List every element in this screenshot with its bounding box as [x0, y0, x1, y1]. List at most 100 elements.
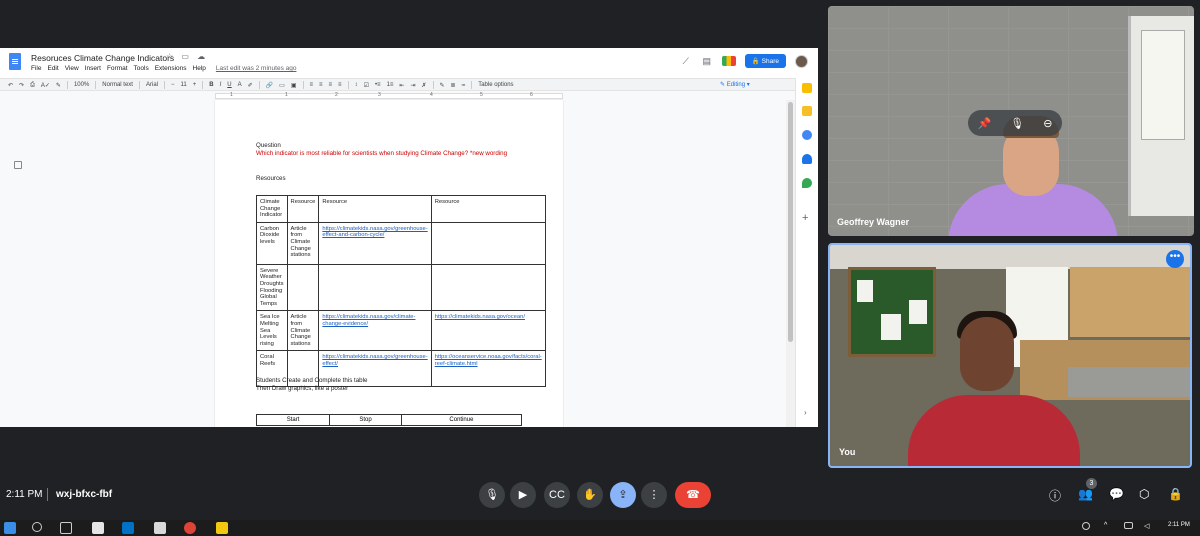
doc-title[interactable]: Resoruces Climate Change Indicators: [31, 53, 174, 63]
link-icon[interactable]: 🔗: [266, 82, 273, 89]
chevron-right-icon[interactable]: ›: [804, 408, 807, 417]
avatar[interactable]: [795, 54, 808, 68]
menu-tools[interactable]: Tools: [134, 65, 149, 72]
align-center-icon[interactable]: ≡: [319, 82, 323, 88]
taskbar-clock[interactable]: 2:11 PM: [1168, 522, 1190, 528]
menu-extensions[interactable]: Extensions: [155, 65, 187, 72]
present-screen-button[interactable]: ⇪: [610, 482, 636, 508]
leave-call-button[interactable]: ☎: [675, 482, 711, 508]
star-icon[interactable]: ☆ ▭ ☁: [166, 52, 208, 61]
increase-indent-icon[interactable]: ⇥: [410, 82, 415, 89]
line-spacing-icon[interactable]: ↕: [355, 82, 358, 88]
participant-tile-self[interactable]: ••• You: [828, 243, 1192, 468]
underline-icon[interactable]: U: [227, 82, 231, 88]
resource-link[interactable]: https://oceanservice.noaa.gov/facts/cora…: [435, 354, 542, 367]
mic-icon[interactable]: 🎙: [1010, 117, 1024, 130]
italic-icon[interactable]: I: [220, 82, 222, 88]
zoom-select[interactable]: 100%: [74, 82, 89, 88]
border-dash-icon[interactable]: ┅: [462, 82, 466, 89]
search-icon[interactable]: [32, 522, 42, 532]
more-options-icon[interactable]: •••: [1166, 250, 1184, 268]
numbered-list-icon[interactable]: 1≡: [387, 82, 394, 88]
more-vert-icon: ⋮: [648, 489, 660, 501]
doc-page[interactable]: Question Which indicator is most reliabl…: [215, 100, 563, 427]
camera-toggle-button[interactable]: ▶: [510, 482, 536, 508]
resource-link[interactable]: https://climatekids.nasa.gov/greenhouse-…: [322, 354, 427, 367]
host-controls-icon[interactable]: 🔒: [1168, 487, 1183, 501]
editing-mode-select[interactable]: ✎ Editing ▾: [720, 81, 750, 88]
keep-icon[interactable]: [802, 106, 812, 116]
redo-icon[interactable]: ↷: [19, 82, 24, 89]
print-icon[interactable]: ⎙: [30, 82, 35, 89]
volume-icon[interactable]: ◁: [1144, 522, 1156, 534]
calendar-icon[interactable]: [802, 83, 812, 93]
participant-tile-geoffrey[interactable]: 📌 🎙 ⊖ Geoffrey Wagner: [828, 6, 1194, 236]
align-justify-icon[interactable]: ≡: [338, 82, 342, 88]
resource-link[interactable]: https://climatekids.nasa.gov/ocean/: [435, 314, 525, 320]
menu-file[interactable]: File: [31, 65, 41, 72]
border-width-icon[interactable]: ≣: [451, 82, 456, 89]
last-edit-link[interactable]: Last edit was 2 minutes ago: [216, 65, 297, 72]
file-explorer-icon[interactable]: [216, 522, 228, 534]
decrease-indent-icon[interactable]: ⇤: [399, 82, 404, 89]
menu-format[interactable]: Format: [107, 65, 128, 72]
paint-format-icon[interactable]: ✎: [56, 82, 61, 89]
meeting-details-icon[interactable]: ⓘ: [1049, 487, 1061, 504]
tasks-icon[interactable]: [802, 130, 812, 140]
font-size-input[interactable]: 11: [181, 82, 187, 88]
network-icon[interactable]: [1124, 522, 1133, 529]
activity-icon[interactable]: ⟋: [680, 55, 692, 67]
ruler-bar[interactable]: [215, 93, 563, 99]
resource-link[interactable]: https://climatekids.nasa.gov/greenhouse-…: [322, 226, 427, 239]
comment-history-icon[interactable]: ▤: [701, 55, 713, 67]
menu-edit[interactable]: Edit: [47, 65, 58, 72]
font-select[interactable]: Arial: [146, 82, 158, 88]
people-icon[interactable]: [1082, 522, 1090, 530]
meet-present-icon[interactable]: [721, 56, 736, 66]
bulleted-list-icon[interactable]: •≡: [375, 82, 381, 88]
highlight-icon[interactable]: ✐: [248, 82, 253, 89]
style-select[interactable]: Normal text: [102, 82, 133, 88]
spellcheck-icon[interactable]: A✓: [41, 82, 50, 89]
raise-hand-button[interactable]: ✋: [577, 482, 603, 508]
chrome-icon[interactable]: [184, 522, 196, 534]
add-on-plus-icon[interactable]: +: [802, 212, 808, 224]
app-icon[interactable]: [92, 522, 104, 534]
menu-help[interactable]: Help: [193, 65, 206, 72]
bold-icon[interactable]: B: [209, 82, 213, 88]
undo-icon[interactable]: ↶: [8, 82, 13, 89]
scrollbar-thumb[interactable]: [788, 102, 793, 342]
comment-icon[interactable]: ▭: [279, 82, 285, 89]
chevron-up-icon[interactable]: ^: [1104, 522, 1116, 534]
font-size-increase-icon[interactable]: +: [193, 82, 197, 88]
align-right-icon[interactable]: ≡: [329, 82, 333, 88]
outlook-icon[interactable]: [122, 522, 134, 534]
text-color-icon[interactable]: A: [238, 82, 242, 88]
share-button[interactable]: 🔒 Share: [744, 54, 786, 68]
menu-view[interactable]: View: [65, 65, 79, 72]
checklist-icon[interactable]: ☑: [364, 82, 369, 89]
contacts-icon[interactable]: [802, 154, 812, 164]
task-view-icon[interactable]: [60, 522, 72, 534]
remove-icon[interactable]: ⊖: [1043, 117, 1052, 130]
border-color-icon[interactable]: ✎: [440, 82, 445, 89]
activities-icon[interactable]: ⬡: [1139, 487, 1149, 501]
font-size-decrease-icon[interactable]: −: [171, 82, 175, 88]
align-left-icon[interactable]: ≡: [310, 82, 314, 88]
start-icon[interactable]: [4, 522, 16, 534]
pin-icon[interactable]: 📌: [978, 117, 992, 130]
clear-formatting-icon[interactable]: ✗: [421, 82, 426, 89]
mic-toggle-button[interactable]: 🎙: [479, 482, 505, 508]
menu-insert[interactable]: Insert: [85, 65, 101, 72]
app-icon[interactable]: [154, 522, 166, 534]
more-options-button[interactable]: ⋮: [641, 482, 667, 508]
chat-icon[interactable]: 💬: [1109, 487, 1124, 501]
image-icon[interactable]: ▣: [291, 82, 297, 89]
table-options-button[interactable]: Table options: [478, 82, 513, 88]
resource-link[interactable]: https://climatekids.nasa.gov/climate-cha…: [322, 314, 415, 327]
captions-button[interactable]: CC: [544, 482, 570, 508]
outline-icon[interactable]: [14, 161, 22, 169]
scrollbar[interactable]: [786, 100, 795, 427]
people-icon[interactable]: 👥: [1078, 487, 1093, 501]
maps-icon[interactable]: [802, 178, 812, 188]
